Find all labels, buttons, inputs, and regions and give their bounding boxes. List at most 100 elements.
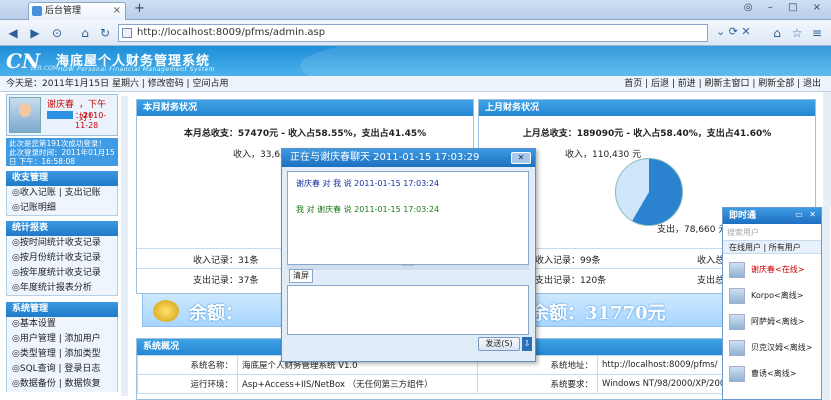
- chat-splitter[interactable]: ······: [287, 264, 529, 270]
- chat-message: 谢庆春 对 我 说 2011-01-15 17:03:24: [296, 179, 440, 188]
- avatar: [729, 314, 745, 330]
- user-search-input[interactable]: 搜索用户: [727, 227, 759, 238]
- user-status: 曹诱<离线>: [751, 369, 797, 378]
- menu-item[interactable]: ◎类型管理 | 添加类型: [6, 347, 118, 362]
- date-and-links[interactable]: 今天是：2011年1月15日 星期六 | 修改密码 | 空间占用: [6, 76, 228, 92]
- chat-title[interactable]: 正在与谢庆春聊天 2011-01-15 17:03:29: [282, 149, 535, 167]
- expense-count: 支出记录：120条: [535, 276, 607, 286]
- sidebar: 谢庆春 ，下午好！ ：2010-11-28 此次是您第191次成功登录！ 此次登…: [6, 94, 118, 400]
- browser-tab[interactable]: 后台管理 ×: [28, 2, 126, 20]
- list-item[interactable]: 谢庆春<在线>: [727, 258, 819, 282]
- chat-message: 我 对 谢庆春 说 2011-01-15 17:03:24: [296, 205, 440, 214]
- tab-title: 后台管理: [45, 6, 82, 16]
- address-text: http://localhost:8009/pfms/admin.asp: [137, 27, 326, 38]
- menu-header-income-expense[interactable]: 收支管理: [6, 171, 118, 186]
- chat-log: 谢庆春 对 我 说 2011-01-15 17:03:24 我 对 谢庆春 说 …: [287, 171, 529, 265]
- panel-header: 本月财务状况: [137, 100, 473, 116]
- close-icon[interactable]: ✕: [511, 152, 531, 164]
- table-cell: 系统名称：: [137, 355, 238, 375]
- login-info: 此次是您第191次成功登录！ 此次登录时间：2011年01月15日 下午：16:…: [6, 138, 118, 166]
- main-scrollbar[interactable]: [823, 92, 831, 207]
- site-header: CN VER.COM 海底屋个人财务管理系统 HDW Personal Fina…: [0, 46, 831, 76]
- coins-icon: [153, 300, 179, 322]
- list-item[interactable]: 阿萨姆<离线>: [727, 310, 819, 334]
- table-cell: 运行环境：: [137, 374, 238, 394]
- list-item[interactable]: Korpo<离线>: [727, 284, 819, 308]
- site-logo-sub: VER.COM: [30, 65, 59, 72]
- new-tab-button[interactable]: +: [134, 1, 145, 17]
- user-status: Korpo<离线>: [751, 291, 804, 300]
- history-icon[interactable]: ⊙: [48, 24, 66, 42]
- user-level-date: ：2010-11-28: [75, 111, 107, 130]
- top-nav-links[interactable]: 首页 | 后退 | 前进 | 刷新主窗口 | 刷新全部 | 退出: [624, 76, 821, 92]
- page-favicon-icon: [32, 6, 42, 16]
- table-row: 运行环境： Asp+Access+IIS/NetBox （无任何第三方组件） 系…: [137, 374, 815, 394]
- user-name[interactable]: 谢庆春: [47, 97, 74, 110]
- balance-text: 余额：: [189, 303, 243, 324]
- avatar: [729, 366, 745, 382]
- menu-item[interactable]: ◎收入记账 | 支出记账: [6, 186, 118, 201]
- im-window-controls[interactable]: ▭ ✕: [795, 210, 818, 219]
- user-status: 贝克汉姆<离线>: [751, 343, 813, 352]
- chat-input[interactable]: [287, 285, 529, 335]
- menu-header-system[interactable]: 系统管理: [6, 302, 118, 317]
- im-panel: 即时通 ▭ ✕ 搜索用户 在线用户 | 所有用户 谢庆春<在线> Korpo<离…: [722, 207, 822, 400]
- avatar: [9, 97, 41, 133]
- balance-text: 余额：31770元: [531, 303, 666, 324]
- menu-item[interactable]: ◎数据备份 | 数据恢复: [6, 377, 118, 392]
- income-label: 收入，110,430 元: [565, 150, 642, 160]
- list-item[interactable]: 贝克汉姆<离线>: [727, 336, 819, 360]
- menu-item[interactable]: ◎基本设置: [6, 317, 118, 332]
- menu-item[interactable]: ◎按年度统计收支记录: [6, 266, 118, 281]
- sidebar-scrollbar[interactable]: [121, 96, 128, 396]
- favorites-icon[interactable]: ☆: [788, 24, 806, 42]
- clear-button[interactable]: 清屏: [289, 269, 313, 283]
- menu-item[interactable]: ◎用户管理 | 添加用户: [6, 332, 118, 347]
- pie-chart: [615, 158, 683, 226]
- month-summary: 上月总收支：189090元 - 收入占58.40%，支出占41.60%: [522, 129, 772, 139]
- send-button[interactable]: 发送(S): [478, 337, 520, 351]
- forward-icon[interactable]: ▶: [26, 24, 44, 42]
- address-input[interactable]: http://localhost:8009/pfms/admin.asp: [118, 24, 708, 42]
- menu-item[interactable]: ◎SQL查询 | 登录日志: [6, 362, 118, 377]
- avatar: [729, 340, 745, 356]
- avatar: [729, 288, 745, 304]
- menu-item[interactable]: ◎按时间统计收支记录: [6, 236, 118, 251]
- table-cell: 系统要求：: [477, 374, 598, 394]
- send-options-icon[interactable]: ⇩: [522, 337, 532, 351]
- list-item[interactable]: 曹诱<离线>: [727, 362, 819, 386]
- site-subtitle: HDW Personal Financial Management System: [58, 66, 216, 73]
- income-count: 收入记录：99条: [535, 256, 601, 266]
- info-bar: 今天是：2011年1月15日 星期六 | 修改密码 | 空间占用 首页 | 后退…: [0, 76, 831, 92]
- im-tabs[interactable]: 在线用户 | 所有用户: [723, 240, 821, 254]
- user-level-bar: [47, 111, 73, 119]
- user-box: 谢庆春 ，下午好！ ：2010-11-28: [6, 94, 118, 136]
- header-decoration: [300, 46, 831, 76]
- page-icon: [122, 28, 132, 38]
- income-count: 收入记录：31条: [193, 256, 259, 266]
- panel-header: 上月财务状况: [479, 100, 815, 116]
- navigation-bar: ◀ ▶ ⊙ ⌂ ↻ http://localhost:8009/pfms/adm…: [0, 20, 831, 46]
- menu-header-statistics[interactable]: 统计报表: [6, 221, 118, 236]
- menu-icon[interactable]: ≡: [808, 24, 826, 42]
- im-scrollbar[interactable]: [822, 207, 830, 400]
- table-cell: Asp+Access+IIS/NetBox （无任何第三方组件）: [237, 374, 478, 394]
- chat-window: 正在与谢庆春聊天 2011-01-15 17:03:29 ✕ 谢庆春 对 我 说…: [281, 148, 536, 362]
- address-actions[interactable]: ⌄ ⟳ ✕: [716, 25, 751, 38]
- tab-close-icon[interactable]: ×: [113, 3, 121, 19]
- month-summary: 本月总收支：57470元 - 收入占58.55%，支出占41.45%: [183, 129, 427, 139]
- back-icon[interactable]: ◀: [4, 24, 22, 42]
- home-page-icon[interactable]: ⌂: [768, 24, 786, 42]
- browser-tab-bar: 后台管理 × + ◎ – □ ×: [0, 0, 831, 20]
- menu-item[interactable]: ◎记账明细: [6, 201, 118, 216]
- menu-item[interactable]: ◎年度统计报表分析: [6, 281, 118, 296]
- user-status: 谢庆春<在线>: [751, 265, 805, 274]
- expense-count: 支出记录：37条: [193, 276, 259, 286]
- refresh-icon[interactable]: ↻: [96, 24, 114, 42]
- window-controls[interactable]: ◎ – □ ×: [744, 2, 827, 13]
- menu-item[interactable]: ◎按月份统计收支记录: [6, 251, 118, 266]
- avatar: [729, 262, 745, 278]
- user-status: 阿萨姆<离线>: [751, 317, 805, 326]
- expense-label: 支出，78,660 元: [657, 225, 728, 235]
- home-icon[interactable]: ⌂: [76, 24, 94, 42]
